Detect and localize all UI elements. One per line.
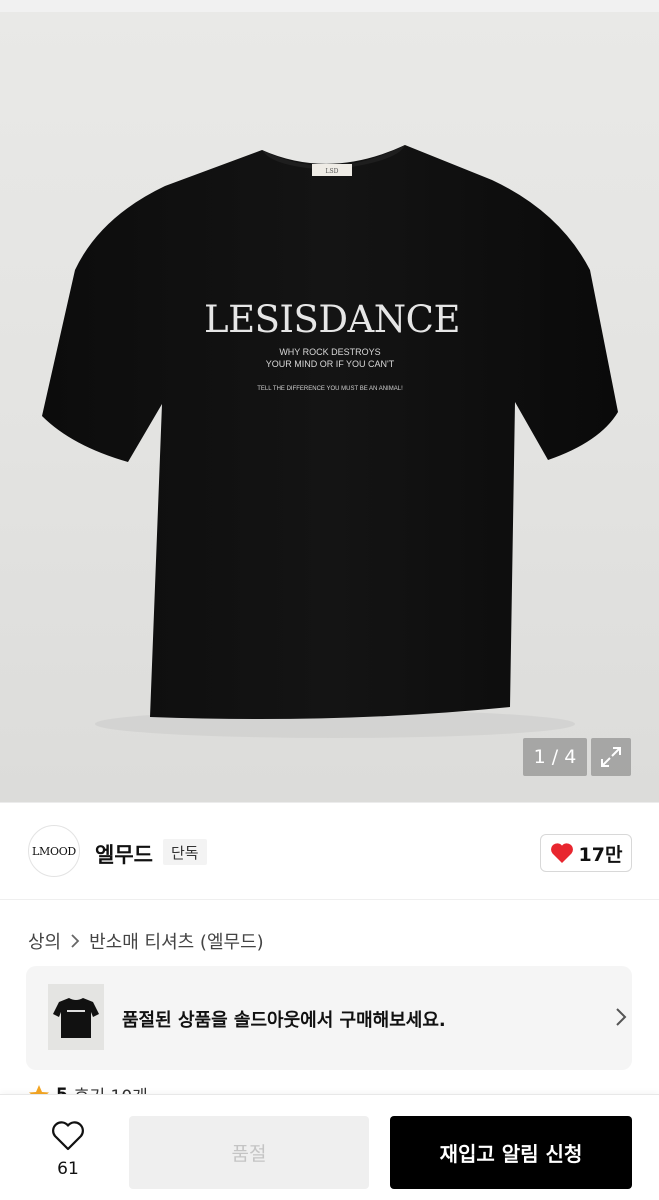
brand-like-button[interactable]: 17만 bbox=[540, 834, 632, 872]
banner-thumbnail bbox=[48, 984, 104, 1050]
breadcrumb: 상의 반소매 티셔츠 (엘무드) bbox=[28, 928, 264, 954]
expand-button[interactable] bbox=[591, 738, 631, 776]
brand-name[interactable]: 엘무드 bbox=[95, 839, 153, 869]
brand-like-count: 17만 bbox=[578, 843, 623, 866]
product-image-gallery[interactable]: LSD LESISDANCE WHY ROCK DESTROYS YOUR MI… bbox=[0, 12, 659, 802]
tshirt-shape bbox=[42, 145, 618, 720]
breadcrumb-item-category[interactable]: 상의 bbox=[28, 928, 61, 954]
heart-filled-icon bbox=[550, 843, 573, 863]
wishlist-button[interactable]: 61 bbox=[36, 1121, 100, 1179]
image-counter: 1 / 4 bbox=[523, 738, 587, 776]
exclusive-badge: 단독 bbox=[163, 839, 207, 865]
top-status-strip bbox=[0, 0, 659, 12]
chevron-right-icon bbox=[614, 1006, 628, 1032]
print-headline: LESISDANCE bbox=[204, 298, 460, 341]
brand-row: LMOOD 엘무드 단독 17만 bbox=[0, 802, 659, 900]
breadcrumb-item-subcategory[interactable]: 반소매 티셔츠 (엘무드) bbox=[89, 928, 264, 954]
print-line-2: YOUR MIND OR IF YOU CAN'T bbox=[266, 359, 395, 369]
print-line-1: WHY ROCK DESTROYS bbox=[279, 347, 380, 357]
bottom-action-bar: 61 품절 재입고 알림 신청 bbox=[0, 1094, 659, 1200]
restock-notify-button[interactable]: 재입고 알림 신청 bbox=[390, 1116, 632, 1189]
product-image: LSD LESISDANCE WHY ROCK DESTROYS YOUR MI… bbox=[42, 145, 618, 738]
wishlist-count: 61 bbox=[57, 1159, 79, 1179]
soldout-button: 품절 bbox=[129, 1116, 369, 1189]
svg-text:LSD: LSD bbox=[326, 168, 339, 175]
soldout-banner-text: 품절된 상품을 솔드아웃에서 구매해보세요. bbox=[122, 1010, 446, 1031]
expand-icon bbox=[601, 747, 621, 767]
soldout-banner[interactable]: 품절된 상품을 솔드아웃에서 구매해보세요. bbox=[26, 966, 632, 1070]
heart-outline-icon bbox=[52, 1121, 84, 1151]
chevron-right-icon bbox=[69, 933, 81, 949]
brand-logo[interactable]: LMOOD bbox=[28, 825, 80, 877]
print-line-3: TELL THE DIFFERENCE YOU MUST BE AN ANIMA… bbox=[257, 386, 403, 392]
